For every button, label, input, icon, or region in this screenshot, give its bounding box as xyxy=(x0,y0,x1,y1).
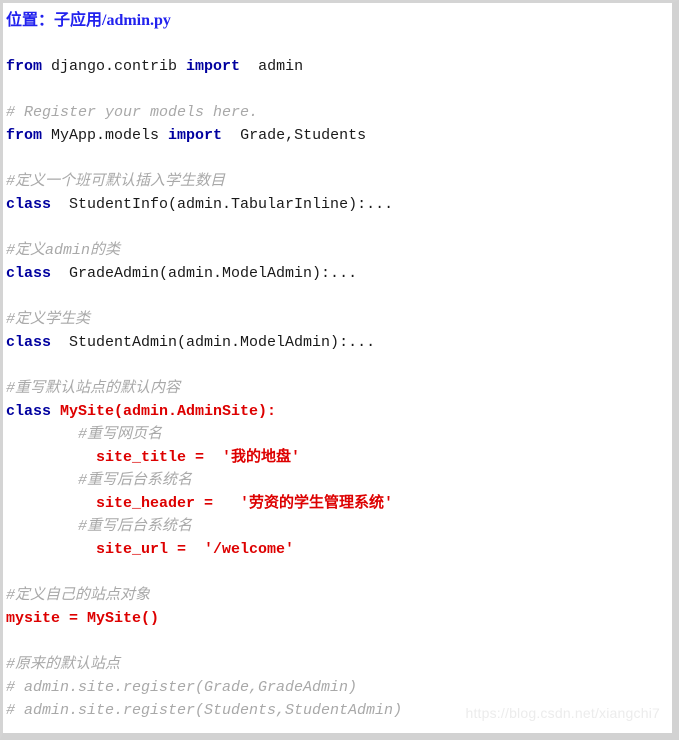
code-token: #重写默认站点的默认内容 xyxy=(6,380,181,397)
code-line: 位置：子应用/admin.py xyxy=(6,9,672,32)
code-token: StudentInfo(admin.TabularInline):... xyxy=(51,196,394,213)
code-line: #重写后台系统名 xyxy=(6,469,672,492)
code-token: #重写网页名 xyxy=(6,426,163,443)
code-line: #原来的默认站点 xyxy=(6,653,672,676)
code-token: Grade,Students xyxy=(222,127,367,144)
code-token: class xyxy=(6,334,52,351)
code-token: class xyxy=(6,196,52,213)
code-token: site_url = '/welcome' xyxy=(6,541,295,558)
code-line: class StudentAdmin(admin.ModelAdmin):... xyxy=(6,331,672,354)
code-line: class StudentInfo(admin.TabularInline):.… xyxy=(6,193,672,216)
code-token: import xyxy=(186,58,241,75)
code-token: class xyxy=(6,403,52,420)
code-line: #定义学生类 xyxy=(6,308,672,331)
code-listing: 位置：子应用/admin.py from django.contrib impo… xyxy=(3,3,672,733)
code-token: #定义自己的站点对象 xyxy=(6,587,151,604)
code-token: class xyxy=(6,265,52,282)
code-token: from xyxy=(6,58,43,75)
code-token: mysite = MySite() xyxy=(6,610,160,627)
code-line: #重写默认站点的默认内容 xyxy=(6,377,672,400)
code-line: site_url = '/welcome' xyxy=(6,538,672,561)
code-token: django.contrib xyxy=(42,58,187,75)
code-token: #定义一个班可默认插入学生数目 xyxy=(6,173,226,190)
code-token: #原来的默认站点 xyxy=(6,656,121,673)
code-token: #重写后台系统名 xyxy=(6,472,193,489)
code-token: #重写后台系统名 xyxy=(6,518,193,535)
code-token: from xyxy=(6,127,43,144)
code-snippet-page: 位置：子应用/admin.py from django.contrib impo… xyxy=(0,0,679,740)
code-line: #重写网页名 xyxy=(6,423,672,446)
code-line: #定义一个班可默认插入学生数目 xyxy=(6,170,672,193)
code-token: # admin.site.register(Students,StudentAd… xyxy=(6,702,403,719)
code-line: #定义自己的站点对象 xyxy=(6,584,672,607)
code-line: mysite = MySite() xyxy=(6,607,672,630)
code-token: MySite(admin.AdminSite): xyxy=(51,403,277,420)
code-token: site_header = '劳资的学生管理系统' xyxy=(6,495,394,512)
code-token: # admin.site.register(Grade,GradeAdmin) xyxy=(6,679,358,696)
code-token: import xyxy=(168,127,223,144)
code-token: site_title = '我的地盘' xyxy=(6,449,301,466)
code-line: class GradeAdmin(admin.ModelAdmin):... xyxy=(6,262,672,285)
code-line: # Register your models here. xyxy=(6,101,672,124)
code-token: MyApp.models xyxy=(42,127,169,144)
code-token: #定义学生类 xyxy=(6,311,91,328)
code-line: #重写后台系统名 xyxy=(6,515,672,538)
code-token: admin xyxy=(240,58,304,75)
code-line: from django.contrib import admin xyxy=(6,55,672,78)
code-token: 位置：子应用/admin.py xyxy=(6,12,171,29)
code-token: # Register your models here. xyxy=(6,104,259,121)
code-line: # admin.site.register(Students,StudentAd… xyxy=(6,699,672,722)
code-line: site_header = '劳资的学生管理系统' xyxy=(6,492,672,515)
code-token: #定义admin的类 xyxy=(6,242,121,259)
code-token: GradeAdmin(admin.ModelAdmin):... xyxy=(51,265,358,282)
code-token: StudentAdmin(admin.ModelAdmin):... xyxy=(51,334,376,351)
code-line: #定义admin的类 xyxy=(6,239,672,262)
code-line: from MyApp.models import Grade,Students xyxy=(6,124,672,147)
code-line: site_title = '我的地盘' xyxy=(6,446,672,469)
code-line: class MySite(admin.AdminSite): xyxy=(6,400,672,423)
code-line: # admin.site.register(Grade,GradeAdmin) xyxy=(6,676,672,699)
